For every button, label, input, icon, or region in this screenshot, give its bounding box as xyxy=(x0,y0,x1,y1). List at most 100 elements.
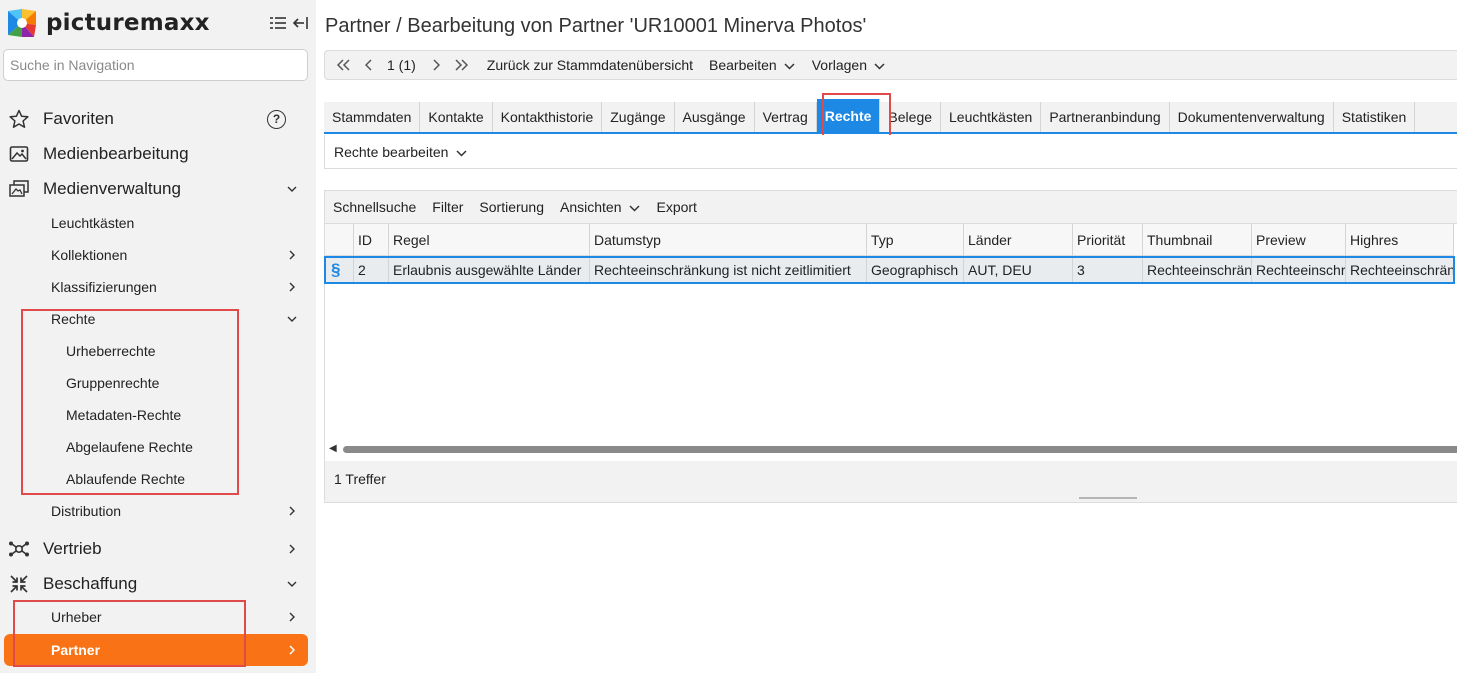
chevron-down-icon xyxy=(286,313,298,325)
chevron-down-icon[interactable] xyxy=(456,144,467,160)
edit-menu-button[interactable]: Bearbeiten xyxy=(709,57,795,73)
tab-zugaenge[interactable]: Zugänge xyxy=(602,102,675,132)
partner-tabs: Stammdaten Kontakte Kontakthistorie Zugä… xyxy=(324,99,1457,134)
tab-kontakthistorie[interactable]: Kontakthistorie xyxy=(493,102,603,132)
table-header: ID Regel Datumstyp Typ Länder Priorität … xyxy=(325,224,1454,256)
cell-laender: AUT, DEU xyxy=(964,257,1073,283)
logo-text: picturemaxx xyxy=(46,10,210,36)
cell-thumbnail: Rechteeinschränkung xyxy=(1143,257,1252,283)
tab-rechte[interactable]: Rechte xyxy=(816,99,881,132)
image-icon xyxy=(8,143,30,165)
tab-partneranbindung[interactable]: Partneranbindung xyxy=(1041,102,1170,132)
chevron-right-icon xyxy=(286,611,298,623)
tab-stammdaten[interactable]: Stammdaten xyxy=(324,102,421,132)
tab-dokumentenverwaltung[interactable]: Dokumentenverwaltung xyxy=(1170,102,1334,132)
chevron-right-icon xyxy=(286,543,298,555)
page-title: Partner / Bearbeitung von Partner 'UR100… xyxy=(325,15,867,37)
views-menu-button[interactable]: Ansichten xyxy=(560,199,641,215)
chevron-down-icon xyxy=(286,183,298,195)
last-page-icon[interactable] xyxy=(454,55,468,75)
column-header-datumstyp[interactable]: Datumstyp xyxy=(590,224,867,256)
chevron-right-icon xyxy=(286,505,298,517)
chevron-down-icon xyxy=(874,57,885,73)
nav-abgelaufene-rechte[interactable]: Abgelaufene Rechte xyxy=(0,431,316,463)
nav-beschaffung[interactable]: Beschaffung xyxy=(0,568,316,600)
horizontal-scrollbar[interactable]: ◀ xyxy=(325,442,1457,456)
nav-urheberrechte[interactable]: Urheberrechte xyxy=(0,335,316,367)
cell-highres: Rechteeinschränkung xyxy=(1346,257,1454,283)
nav-kollektionen[interactable]: Kollektionen xyxy=(0,239,316,271)
column-header-thumbnail[interactable]: Thumbnail xyxy=(1143,224,1252,256)
column-header-regel[interactable]: Regel xyxy=(389,224,590,256)
scroll-left-icon[interactable]: ◀ xyxy=(329,443,337,454)
rights-table: ID Regel Datumstyp Typ Länder Priorität … xyxy=(324,223,1457,461)
first-page-icon[interactable] xyxy=(337,55,351,75)
nav-gruppenrechte[interactable]: Gruppenrechte xyxy=(0,367,316,399)
nav-distribution[interactable]: Distribution xyxy=(0,495,316,527)
navigation-search-input[interactable] xyxy=(3,49,308,81)
media-library-icon xyxy=(8,178,30,200)
column-header-prioritaet[interactable]: Priorität xyxy=(1073,224,1143,256)
cell-id: 2 xyxy=(354,257,389,283)
templates-menu-button[interactable]: Vorlagen xyxy=(812,57,885,73)
chevron-right-icon xyxy=(286,249,298,261)
picturemaxx-logo-icon xyxy=(6,7,38,39)
chevron-right-icon xyxy=(286,644,298,656)
nav-favoriten[interactable]: Favoriten ? xyxy=(0,103,316,135)
column-header-laender[interactable]: Länder xyxy=(964,224,1073,256)
nav-medienverwaltung[interactable]: Medienverwaltung xyxy=(0,173,316,205)
chevron-down-icon xyxy=(629,199,641,215)
edit-rights-menu-button[interactable]: Rechte bearbeiten xyxy=(334,144,448,160)
scrollbar-thumb[interactable] xyxy=(343,446,1457,453)
next-page-icon[interactable] xyxy=(432,55,440,75)
chevron-down-icon xyxy=(784,57,795,73)
nav-medienbearbeitung[interactable]: Medienbearbeitung xyxy=(0,138,316,170)
chevron-right-icon xyxy=(286,281,298,293)
previous-page-icon[interactable] xyxy=(365,55,373,75)
sidebar-tools xyxy=(270,16,308,33)
nav-partner[interactable]: Partner xyxy=(4,634,308,666)
rights-edit-bar: Rechte bearbeiten xyxy=(324,135,1457,169)
main-content: Partner / Bearbeitung von Partner 'UR100… xyxy=(316,0,1457,673)
back-to-overview-button[interactable]: Zurück zur Stammdatenübersicht xyxy=(487,57,693,73)
nav-rechte[interactable]: Rechte xyxy=(0,303,316,335)
quicksearch-button[interactable]: Schnellsuche xyxy=(333,199,416,215)
nav-klassifizierungen[interactable]: Klassifizierungen xyxy=(0,271,316,303)
nav-vertrieb[interactable]: Vertrieb xyxy=(0,533,316,565)
network-icon xyxy=(8,538,30,560)
cell-preview: Rechteeinschränkung xyxy=(1252,257,1346,283)
sidebar: picturemaxx Favoriten ? Medienbearbeitun… xyxy=(0,0,316,673)
cell-typ: Geographisch xyxy=(867,257,964,283)
cell-datumstyp: Rechteeinschränkung ist nicht zeitlimiti… xyxy=(590,257,867,283)
paragraph-icon: § xyxy=(325,257,354,283)
tab-vertrag[interactable]: Vertrag xyxy=(755,102,817,132)
nav-urheber[interactable]: Urheber xyxy=(0,601,316,633)
tab-leuchtkaesten[interactable]: Leuchtkästen xyxy=(941,102,1042,132)
nav-metadaten-rechte[interactable]: Metadaten-Rechte xyxy=(0,399,316,431)
resize-handle[interactable] xyxy=(1079,497,1137,499)
nav-ablaufende-rechte[interactable]: Ablaufende Rechte xyxy=(0,463,316,495)
logo[interactable]: picturemaxx xyxy=(6,6,210,40)
result-count: 1 Treffer xyxy=(334,471,386,487)
tab-belege[interactable]: Belege xyxy=(880,102,942,132)
column-header-typ[interactable]: Typ xyxy=(867,224,964,256)
filter-button[interactable]: Filter xyxy=(432,199,463,215)
rights-grid-panel: Schnellsuche Filter Sortierung Ansichten… xyxy=(324,190,1457,503)
cell-regel: Erlaubnis ausgewählte Länder xyxy=(389,257,590,283)
tab-kontakte[interactable]: Kontakte xyxy=(420,102,493,132)
column-header-highres[interactable]: Highres xyxy=(1346,224,1454,256)
collapse-sidebar-icon[interactable] xyxy=(292,16,308,33)
tab-ausgaenge[interactable]: Ausgänge xyxy=(675,102,755,132)
list-view-icon[interactable] xyxy=(270,16,286,33)
column-header-id[interactable]: ID xyxy=(354,224,389,256)
export-button[interactable]: Export xyxy=(656,199,696,215)
help-icon[interactable]: ? xyxy=(267,109,286,129)
sort-button[interactable]: Sortierung xyxy=(479,199,544,215)
table-row[interactable]: § 2 Erlaubnis ausgewählte Länder Rechtee… xyxy=(324,256,1455,284)
nav-leuchtkaesten[interactable]: Leuchtkästen xyxy=(0,207,316,239)
column-header-icon[interactable] xyxy=(325,224,354,256)
chevron-down-icon xyxy=(286,578,298,590)
collapse-arrows-icon xyxy=(8,573,30,595)
column-header-preview[interactable]: Preview xyxy=(1252,224,1346,256)
tab-statistiken[interactable]: Statistiken xyxy=(1334,102,1416,132)
